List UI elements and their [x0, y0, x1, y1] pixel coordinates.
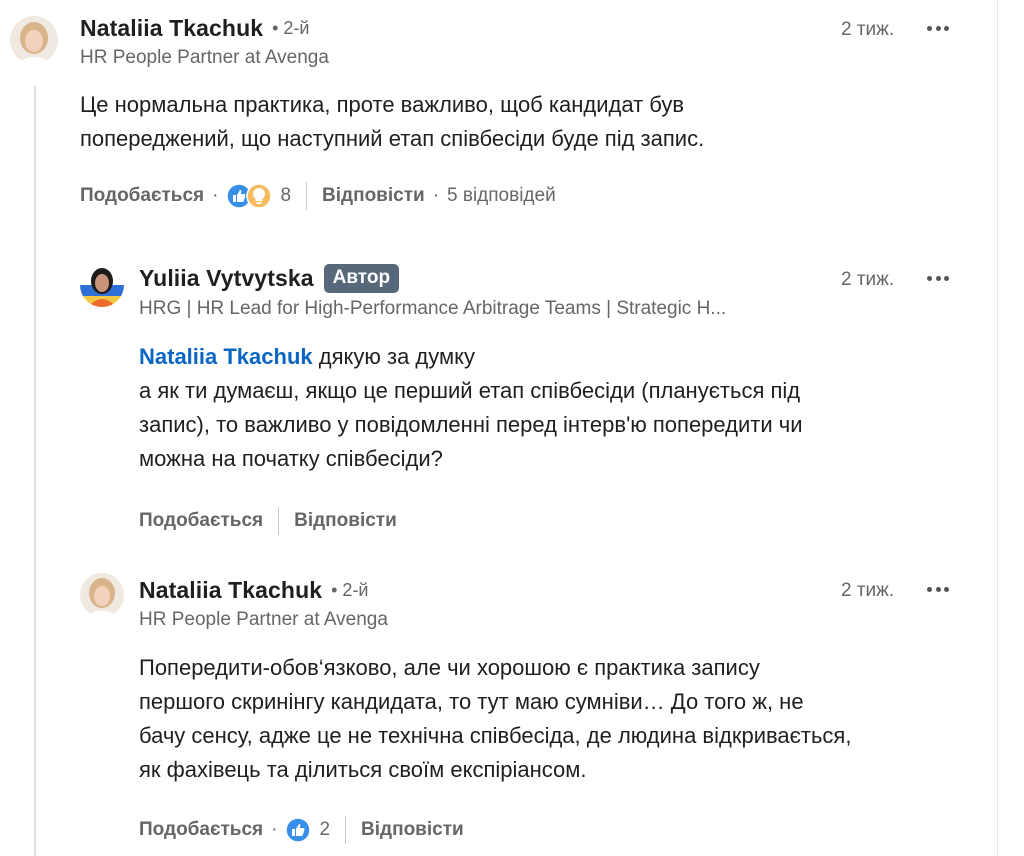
- like-button[interactable]: Подобається: [139, 819, 263, 841]
- avatar[interactable]: [80, 573, 124, 617]
- reactions[interactable]: [226, 183, 273, 209]
- thread-line: [34, 86, 36, 856]
- more-horizontal-icon[interactable]: [923, 577, 953, 601]
- reply-button[interactable]: Відповісти: [294, 510, 397, 532]
- timestamp: 2 тиж.: [841, 19, 895, 40]
- author-headline: HRG | HR Lead for High-Performance Arbit…: [139, 298, 727, 319]
- like-reaction-icon: [285, 817, 312, 843]
- author-name[interactable]: Yuliia Vytvytska: [139, 265, 314, 292]
- connection-degree: • 2-й: [272, 18, 310, 38]
- like-button[interactable]: Подобається: [139, 510, 263, 532]
- comment-text: Nataliia Tkachuk дякую за думку а як ти …: [139, 344, 803, 471]
- more-horizontal-icon[interactable]: [923, 16, 953, 40]
- author-name[interactable]: Nataliia Tkachuk: [80, 15, 263, 42]
- reaction-count[interactable]: 8: [280, 185, 291, 207]
- reaction-count[interactable]: 2: [319, 819, 330, 841]
- comment-actions: Подобається Відповісти: [139, 507, 397, 535]
- comment-actions: Подобається · 2 Відповісти: [139, 816, 464, 844]
- reply-button[interactable]: Відповісти: [322, 185, 425, 207]
- like-button[interactable]: Подобається: [80, 185, 204, 207]
- author-name[interactable]: Nataliia Tkachuk: [139, 577, 322, 604]
- timestamp: 2 тиж.: [841, 269, 895, 290]
- avatar[interactable]: [10, 16, 58, 64]
- reply-button[interactable]: Відповісти: [361, 819, 464, 841]
- author-headline: HR People Partner at Avenga: [80, 47, 329, 68]
- author-headline: HR People Partner at Avenga: [139, 609, 388, 630]
- comment-text: Попередити-обов‘язково, але чи хорошою є…: [139, 655, 852, 782]
- connection-degree: • 2-й: [331, 580, 369, 600]
- replies-count[interactable]: 5 відповідей: [447, 185, 556, 207]
- author-badge: Автор: [323, 264, 400, 293]
- insightful-reaction-icon: [246, 183, 273, 209]
- timestamp: 2 тиж.: [841, 580, 895, 601]
- comment-actions: Подобається · 8 Відповісти · 5 відповіде…: [80, 182, 556, 210]
- scrollbar[interactable]: [997, 0, 1024, 856]
- comment-text: Це нормальна практика, проте важливо, що…: [80, 92, 705, 151]
- mention-link[interactable]: Nataliia Tkachuk: [139, 344, 313, 369]
- more-horizontal-icon[interactable]: [923, 266, 953, 290]
- reactions[interactable]: [285, 817, 312, 843]
- avatar[interactable]: [80, 263, 124, 307]
